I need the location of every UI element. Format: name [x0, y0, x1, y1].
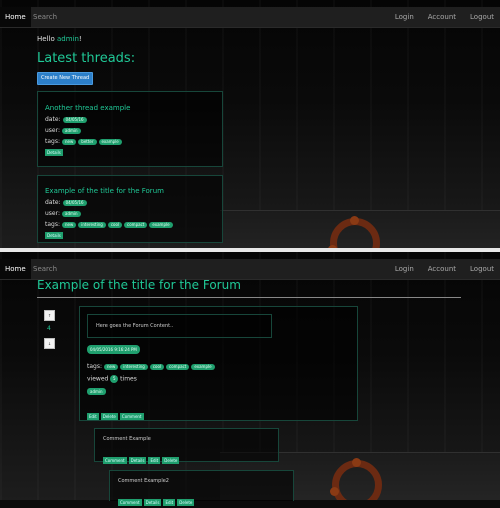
thread-date-row: date: 04/05/16 — [45, 116, 87, 123]
post-content-box: Here goes the Forum Content.. — [87, 314, 272, 338]
tag-badge[interactable]: interesting — [120, 363, 148, 370]
greeting-prefix: Hello — [37, 35, 57, 43]
comment-card: Comment Example2 Comment Details Edit Delet… — [109, 470, 294, 506]
nav-search-link[interactable]: Search — [33, 7, 57, 27]
post-author-row: admin — [87, 388, 106, 395]
date-label: date: — [45, 199, 61, 206]
comment-delete-button[interactable]: Delete — [177, 499, 195, 506]
tags-label: tags: — [45, 221, 60, 228]
thread-user-row: user: admin — [45, 210, 81, 217]
comment-button[interactable]: Comment — [119, 413, 144, 420]
home-screen: Home Search Login Account Logout Hello adm… — [0, 0, 500, 248]
author-badge[interactable]: admin — [87, 388, 106, 395]
thread-title-link[interactable]: Another thread example — [45, 104, 130, 112]
vote-down-button[interactable]: ↓ — [44, 338, 55, 349]
tag-badge[interactable]: compact — [166, 363, 190, 370]
tag-badge[interactable]: better — [78, 138, 97, 145]
tag-badge[interactable]: new — [62, 221, 77, 228]
user-badge[interactable]: admin — [62, 127, 81, 134]
thread-card: Example of the title for the Forum date:… — [37, 175, 223, 243]
nav-account-link[interactable]: Account — [428, 13, 456, 21]
thread-title-link[interactable]: Example of the title for the Forum — [45, 187, 164, 195]
tag-badge[interactable]: cool — [107, 221, 123, 228]
comment-edit-button[interactable]: Edit — [163, 499, 176, 506]
post-views-row: viewed 5 times — [87, 375, 137, 383]
vote-up-button[interactable]: ↑ — [44, 310, 55, 321]
comment-reply-button[interactable]: Comment — [118, 499, 142, 506]
nav-account-link[interactable]: Account — [428, 265, 456, 273]
date-label: date: — [45, 116, 61, 123]
post-tags-row: tags: new interesting cool compact example — [87, 363, 215, 370]
tag-badge[interactable]: example — [191, 363, 215, 370]
tag-badge[interactable]: cool — [149, 363, 165, 370]
tag-badge[interactable]: new — [104, 363, 119, 370]
tags-label: tags: — [45, 138, 60, 145]
nav-right-links: Login Account Logout — [381, 7, 494, 27]
comment-reply-button[interactable]: Comment — [103, 457, 127, 464]
user-label: user: — [45, 210, 61, 217]
vote-count: 4 — [47, 325, 51, 332]
edit-button[interactable]: Edit — [87, 413, 99, 420]
user-badge[interactable]: admin — [62, 210, 81, 217]
thread-post: Here goes the Forum Content.. 04/05/2016… — [79, 306, 358, 421]
views-suffix: times — [120, 375, 137, 383]
comment-actions: Comment Details Edit Delete — [118, 489, 196, 508]
comment-delete-button[interactable]: Delete — [162, 457, 180, 464]
greeting-username-link[interactable]: admin — [57, 35, 79, 43]
nav-logout-link[interactable]: Logout — [470, 13, 494, 21]
tag-badge[interactable]: example — [149, 221, 173, 228]
thread-tags-row: tags: new better example — [45, 138, 122, 145]
thread-details-button[interactable]: Details — [45, 232, 63, 239]
tag-badge[interactable]: example — [98, 138, 122, 145]
nav-right-links: Login Account Logout — [381, 259, 494, 279]
date-badge: 04/05/16 — [62, 116, 87, 123]
views-label: viewed — [87, 375, 109, 383]
top-navbar: Home Search Login Account Logout — [0, 7, 500, 28]
create-thread-button[interactable]: Create New Thread — [37, 72, 94, 85]
comment-edit-button[interactable]: Edit — [148, 457, 161, 464]
post-date-badge: 04/05/2016 9:16:24 PM — [87, 345, 140, 354]
post-content: Here goes the Forum Content.. — [96, 323, 174, 329]
user-label: user: — [45, 127, 61, 134]
nav-search-link[interactable]: Search — [33, 259, 57, 279]
thread-card: Another thread example date: 04/05/16 use… — [37, 91, 223, 167]
comment-card: Comment Example Comment Details Edit Delete — [94, 428, 279, 464]
date-badge: 04/05/16 — [62, 199, 87, 206]
greeting: Hello admin! — [37, 35, 82, 43]
comment-details-button[interactable]: Details — [143, 499, 162, 506]
top-navbar: Home Search Login Account Logout — [0, 259, 500, 280]
nav-login-link[interactable]: Login — [395, 265, 414, 273]
tags-label: tags: — [87, 363, 102, 370]
nav-logout-link[interactable]: Logout — [470, 265, 494, 273]
thread-tags-row: tags: new interesting cool compact example — [45, 221, 173, 228]
greeting-suffix: ! — [78, 35, 82, 43]
comment-text: Comment Example2 — [118, 478, 169, 484]
comment-text: Comment Example — [103, 436, 151, 442]
tag-badge[interactable]: compact — [124, 221, 148, 228]
thread-user-row: user: admin — [45, 127, 81, 134]
comment-details-button[interactable]: Details — [128, 457, 147, 464]
nav-login-link[interactable]: Login — [395, 13, 414, 21]
thread-title: Example of the title for the Forum — [37, 278, 241, 292]
thread-details-button[interactable]: Details — [45, 149, 63, 156]
views-count: 5 — [110, 375, 119, 383]
latest-threads-heading: Latest threads: — [37, 51, 136, 66]
thread-date-row: date: 04/05/16 — [45, 199, 87, 206]
tag-badge[interactable]: interesting — [78, 221, 106, 228]
tag-badge[interactable]: new — [62, 138, 77, 145]
title-divider — [37, 297, 461, 298]
delete-button[interactable]: Delete — [100, 413, 118, 420]
nav-home-link[interactable]: Home — [0, 259, 31, 279]
post-actions: Edit Delete Comment — [87, 403, 146, 422]
nav-home-link[interactable]: Home — [0, 7, 31, 27]
comment-actions: Comment Details Edit Delete — [103, 447, 181, 466]
